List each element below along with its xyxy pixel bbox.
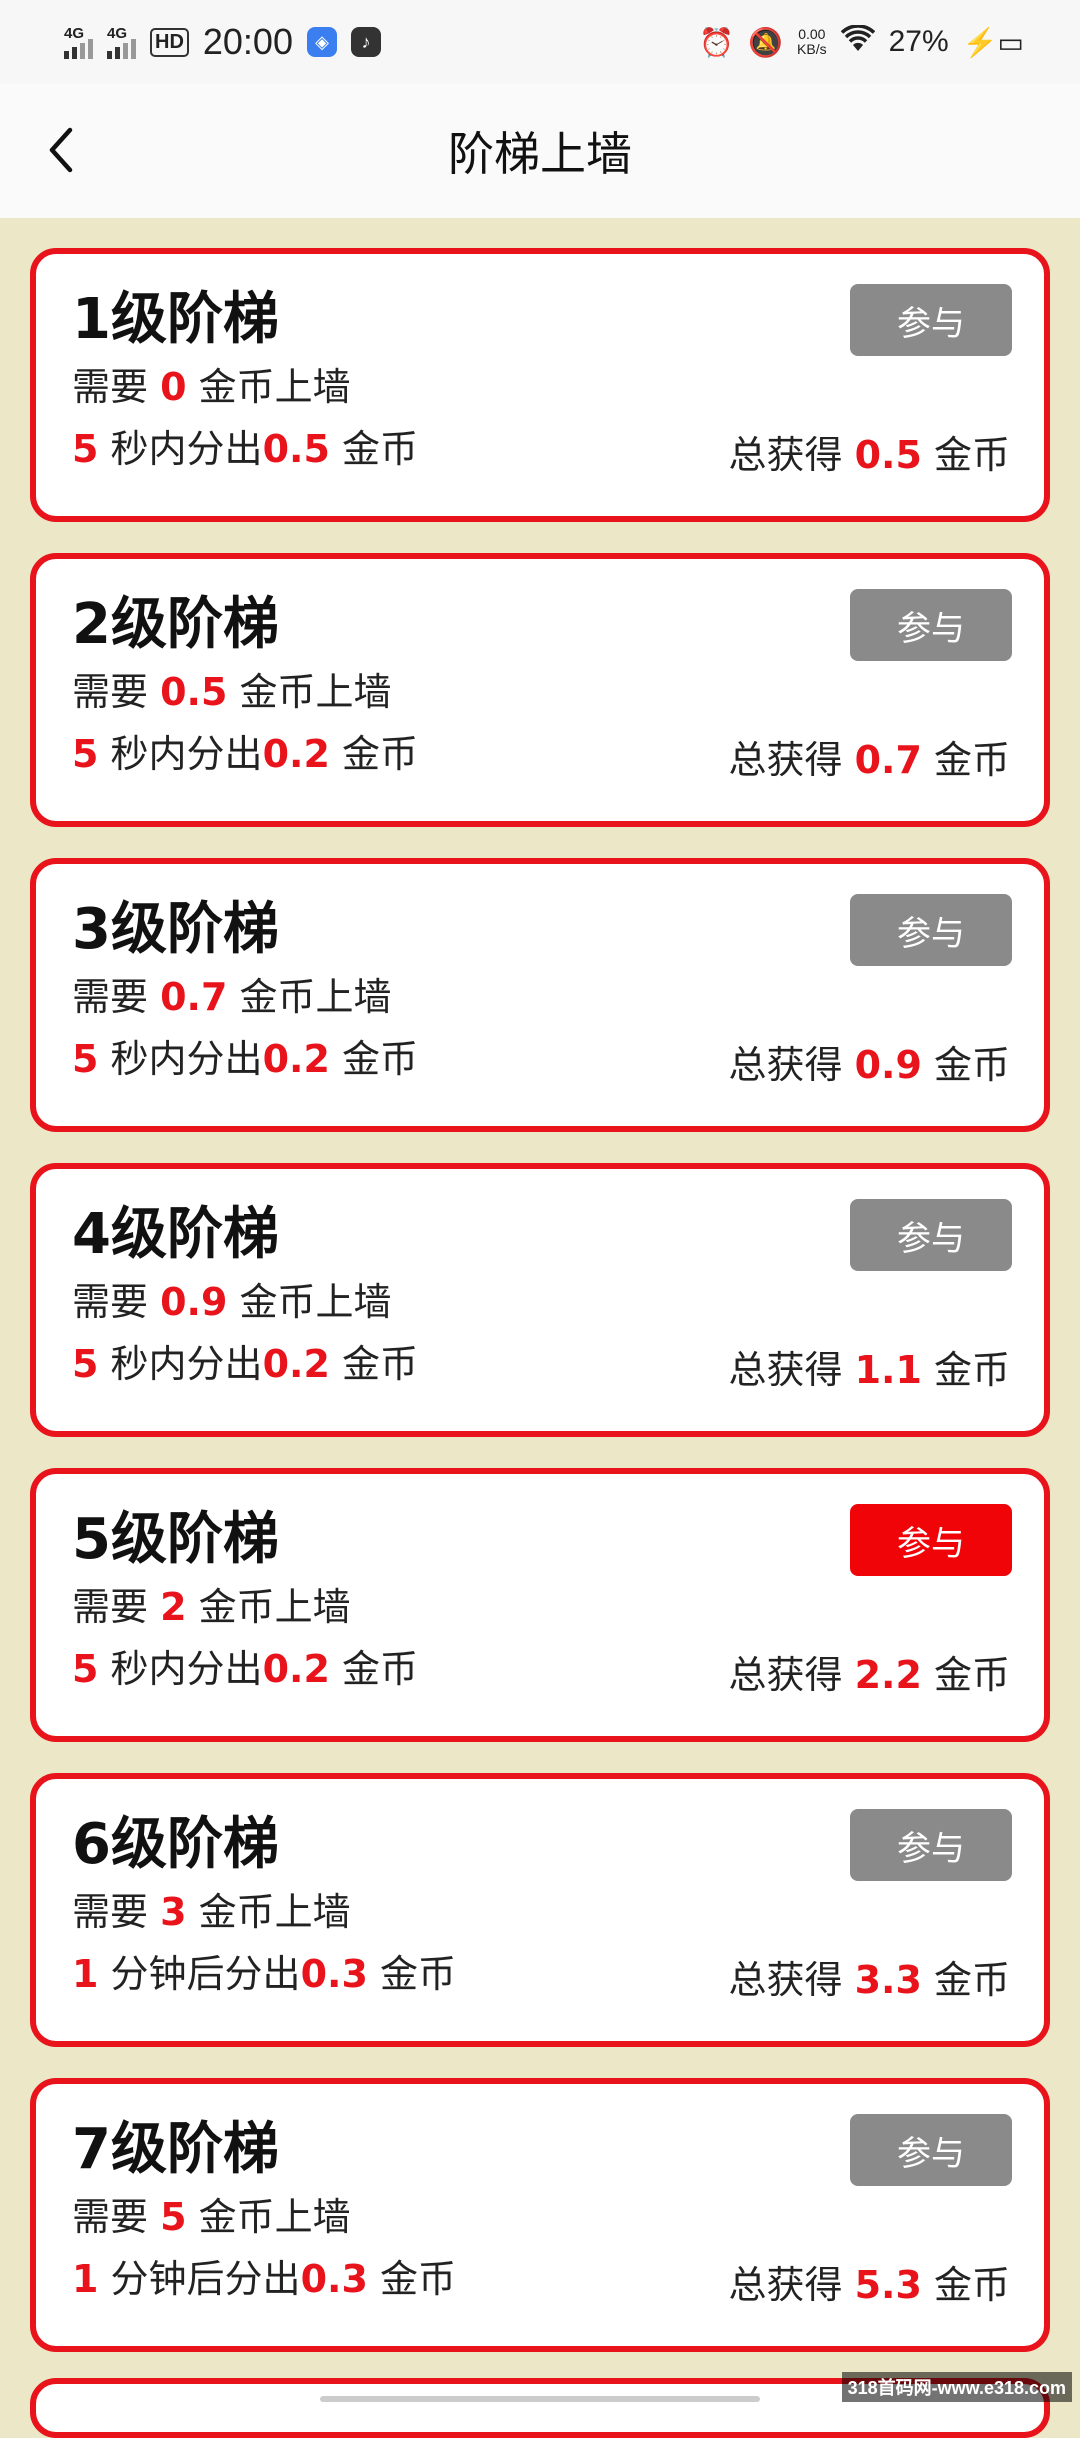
- total-amount: 0.7: [855, 738, 922, 782]
- ladder-card: 7级阶梯需要 5 金币上墙1 分钟后分出0.3 金币总获得 5.3 金币参与: [30, 2078, 1050, 2352]
- network-speed: 0.00KB/s: [797, 27, 827, 57]
- status-bar: 4G 4G HD 20:00 ◈ ♪ ⏰ 🔕 0.00KB/s 27% ⚡▭: [0, 0, 1080, 84]
- required-coins: 0: [160, 365, 186, 409]
- signal-icon-sim2: 4G: [107, 25, 136, 59]
- mute-bell-icon: 🔕: [748, 26, 783, 59]
- join-button[interactable]: 参与: [850, 1199, 1012, 1271]
- ladder-requirement: 需要 2 金币上墙: [72, 1576, 1044, 1638]
- ladder-requirement: 需要 0.9 金币上墙: [72, 1271, 1044, 1333]
- status-right: ⏰ 🔕 0.00KB/s 27% ⚡▭: [699, 25, 1024, 60]
- required-coins: 3: [160, 1890, 186, 1934]
- page-title: 阶梯上墙: [448, 118, 632, 184]
- ladder-total: 总获得 5.3 金币: [728, 2254, 1010, 2316]
- payout-time: 5: [72, 427, 98, 471]
- join-button[interactable]: 参与: [850, 589, 1012, 661]
- required-coins: 0.7: [160, 975, 227, 1019]
- join-button[interactable]: 参与: [850, 284, 1012, 356]
- battery-percent: 27%: [889, 25, 949, 59]
- chevron-left-icon: [42, 124, 82, 176]
- ladder-requirement: 需要 0.7 金币上墙: [72, 966, 1044, 1028]
- ladder-card: 3级阶梯需要 0.7 金币上墙5 秒内分出0.2 金币总获得 0.9 金币参与: [30, 858, 1050, 1132]
- join-button[interactable]: 参与: [850, 2114, 1012, 2186]
- ladder-requirement: 需要 5 金币上墙: [72, 2186, 1044, 2248]
- ladder-card: 5级阶梯需要 2 金币上墙5 秒内分出0.2 金币总获得 2.2 金币参与: [30, 1468, 1050, 1742]
- payout-time: 5: [72, 732, 98, 776]
- home-indicator[interactable]: [320, 2396, 760, 2402]
- back-button[interactable]: [36, 124, 88, 176]
- payout-time: 5: [72, 1037, 98, 1081]
- total-amount: 3.3: [855, 1958, 922, 2002]
- ladder-requirement: 需要 3 金币上墙: [72, 1881, 1044, 1943]
- payout-amount: 0.2: [263, 1647, 330, 1691]
- required-coins: 2: [160, 1585, 186, 1629]
- payout-time: 5: [72, 1342, 98, 1386]
- wifi-icon: [841, 25, 875, 60]
- ladder-card: 4级阶梯需要 0.9 金币上墙5 秒内分出0.2 金币总获得 1.1 金币参与: [30, 1163, 1050, 1437]
- payout-amount: 0.3: [301, 2257, 368, 2301]
- nav-bar: 阶梯上墙: [0, 84, 1080, 218]
- ladder-total: 总获得 1.1 金币: [728, 1339, 1010, 1401]
- total-amount: 0.5: [855, 433, 922, 477]
- ladder-total: 总获得 0.7 金币: [728, 729, 1010, 791]
- status-time: 20:00: [203, 21, 293, 63]
- tiktok-notification-icon: ♪: [351, 27, 381, 57]
- payout-amount: 0.2: [263, 1037, 330, 1081]
- payout-amount: 0.3: [301, 1952, 368, 1996]
- ladder-requirement: 需要 0.5 金币上墙: [72, 661, 1044, 723]
- total-amount: 1.1: [855, 1348, 922, 1392]
- ladder-total: 总获得 2.2 金币: [728, 1644, 1010, 1706]
- total-amount: 2.2: [855, 1653, 922, 1697]
- required-coins: 0.5: [160, 670, 227, 714]
- ladder-total: 总获得 0.9 金币: [728, 1034, 1010, 1096]
- alarm-icon: ⏰: [699, 26, 734, 59]
- ladder-list: 1级阶梯需要 0 金币上墙5 秒内分出0.5 金币总获得 0.5 金币参与2级阶…: [30, 248, 1050, 2383]
- payout-time: 1: [72, 1952, 98, 1996]
- join-button[interactable]: 参与: [850, 1504, 1012, 1576]
- payout-time: 1: [72, 2257, 98, 2301]
- ladder-card: 2级阶梯需要 0.5 金币上墙5 秒内分出0.2 金币总获得 0.7 金币参与: [30, 553, 1050, 827]
- ladder-total: 总获得 3.3 金币: [728, 1949, 1010, 2011]
- hd-voice-icon: HD: [150, 28, 189, 57]
- charging-battery-icon: ⚡▭: [963, 26, 1024, 59]
- required-coins: 0.9: [160, 1280, 227, 1324]
- payout-time: 5: [72, 1647, 98, 1691]
- payout-amount: 0.5: [263, 427, 330, 471]
- join-button[interactable]: 参与: [850, 1809, 1012, 1881]
- app-notification-icon: ◈: [307, 27, 337, 57]
- ladder-card: 1级阶梯需要 0 金币上墙5 秒内分出0.5 金币总获得 0.5 金币参与: [30, 248, 1050, 522]
- signal-icon-sim1: 4G: [64, 25, 93, 59]
- required-coins: 5: [160, 2195, 186, 2239]
- join-button[interactable]: 参与: [850, 894, 1012, 966]
- total-amount: 5.3: [855, 2263, 922, 2307]
- status-left: 4G 4G HD 20:00 ◈ ♪: [64, 21, 381, 63]
- ladder-requirement: 需要 0 金币上墙: [72, 356, 1044, 418]
- ladder-card: 6级阶梯需要 3 金币上墙1 分钟后分出0.3 金币总获得 3.3 金币参与: [30, 1773, 1050, 2047]
- ladder-total: 总获得 0.5 金币: [728, 424, 1010, 486]
- watermark: 318首码网-www.e318.com: [842, 2372, 1072, 2402]
- payout-amount: 0.2: [263, 732, 330, 776]
- payout-amount: 0.2: [263, 1342, 330, 1386]
- total-amount: 0.9: [855, 1043, 922, 1087]
